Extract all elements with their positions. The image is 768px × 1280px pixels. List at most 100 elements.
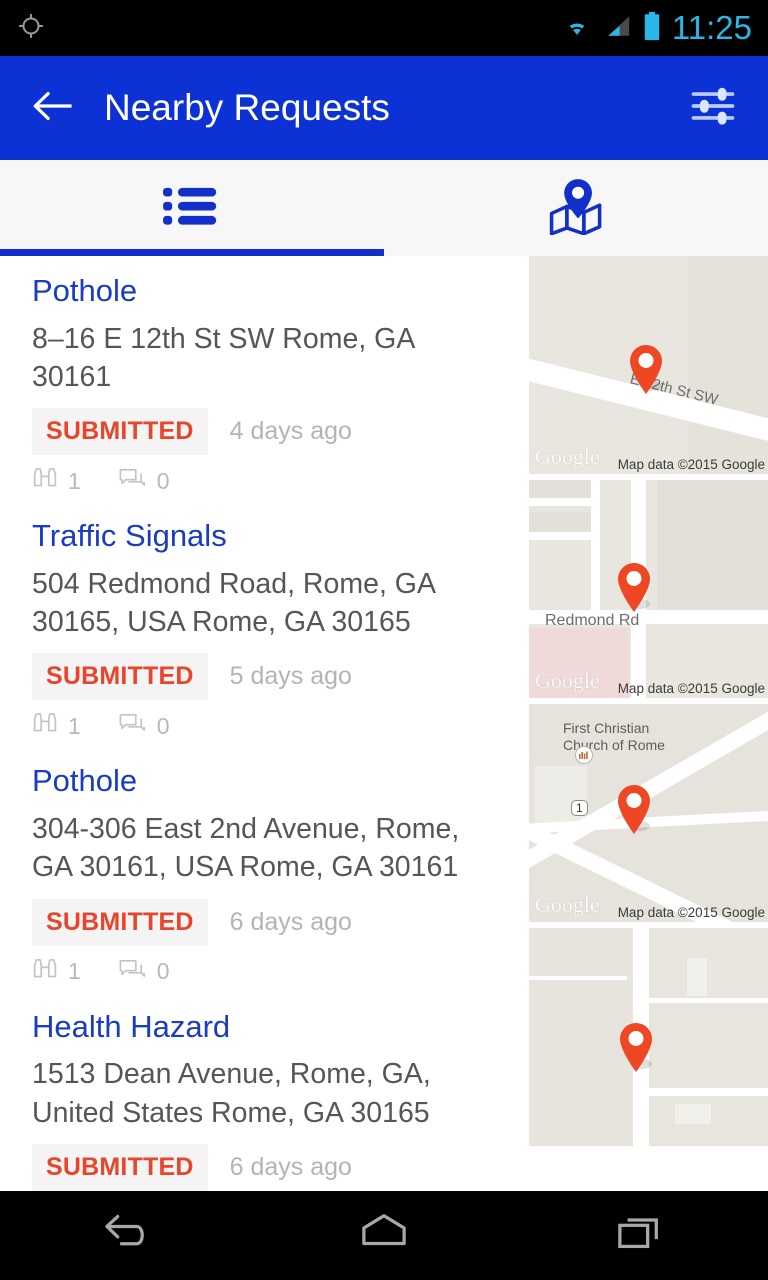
google-watermark: Google bbox=[535, 892, 600, 917]
map-road bbox=[529, 976, 627, 980]
status-badge: SUBMITTED bbox=[32, 898, 208, 946]
comment-icon bbox=[119, 958, 147, 986]
tab-map[interactable] bbox=[384, 160, 768, 256]
filter-button[interactable] bbox=[684, 79, 742, 137]
request-meta: SUBMITTED 5 days ago bbox=[32, 653, 497, 701]
map-thumbnail[interactable]: Redmond Rd Google Map data ©2015 Google bbox=[529, 480, 768, 698]
nav-home-icon bbox=[355, 1210, 413, 1261]
map-thumbnail-column: E 12th St SW Google Map data ©2015 Googl… bbox=[529, 256, 768, 1191]
comment-stat: 0 bbox=[119, 467, 170, 495]
request-address: 504 Redmond Road, Rome, GA 30165, USA Ro… bbox=[32, 568, 435, 639]
poi-marker-icon bbox=[575, 746, 593, 764]
map-marker-pin bbox=[613, 782, 657, 840]
map-road bbox=[649, 998, 768, 1003]
map-block bbox=[689, 256, 768, 474]
comment-icon bbox=[119, 467, 147, 495]
nav-back-icon bbox=[99, 1210, 157, 1261]
request-title[interactable]: Traffic Signals bbox=[32, 517, 497, 555]
watch-count: 1 bbox=[68, 958, 81, 985]
comment-stat: 0 bbox=[119, 958, 170, 986]
back-button[interactable] bbox=[26, 80, 82, 136]
content-area: Pothole 8–16 E 12th St SW Rome, GA 30161… bbox=[0, 256, 768, 1191]
map-marker-pin bbox=[625, 342, 669, 400]
nav-recents-icon bbox=[611, 1210, 669, 1261]
page-title: Nearby Requests bbox=[104, 87, 390, 128]
request-stats: 1 0 bbox=[32, 712, 497, 740]
map-thumbnail[interactable]: E 12th St SW Google Map data ©2015 Googl… bbox=[529, 256, 768, 474]
comment-count: 0 bbox=[156, 958, 170, 985]
google-watermark: Google bbox=[535, 444, 600, 469]
map-attribution: Map data ©2015 Google bbox=[617, 905, 765, 920]
status-badge: SUBMITTED bbox=[32, 653, 208, 701]
request-meta: SUBMITTED 6 days ago bbox=[32, 1143, 497, 1191]
map-road bbox=[649, 1088, 768, 1096]
system-nav-bar bbox=[0, 1191, 768, 1280]
map-pin-icon bbox=[546, 177, 606, 240]
binoculars-icon bbox=[32, 712, 58, 740]
map-marker-pin bbox=[613, 560, 657, 618]
status-bar: 11:25 bbox=[0, 0, 768, 56]
request-meta: SUBMITTED 6 days ago bbox=[32, 898, 497, 946]
request-title[interactable]: Pothole bbox=[32, 272, 497, 310]
list-item[interactable]: Traffic Signals 504 Redmond Road, Rome, … bbox=[0, 495, 529, 740]
request-address: 1513 Dean Avenue, Rome, GA, United State… bbox=[32, 1058, 431, 1129]
comment-count: 0 bbox=[156, 712, 170, 739]
request-stats: 1 0 bbox=[32, 467, 497, 495]
nav-home-button[interactable] bbox=[256, 1210, 512, 1261]
watch-stat: 1 bbox=[32, 467, 81, 495]
comment-icon bbox=[119, 712, 147, 740]
app-bar: Nearby Requests bbox=[0, 56, 768, 160]
comment-count: 0 bbox=[156, 467, 170, 494]
google-watermark: Google bbox=[535, 668, 600, 693]
tab-list[interactable] bbox=[0, 160, 384, 256]
request-title[interactable]: Health Hazard bbox=[32, 1008, 497, 1046]
request-meta: SUBMITTED 4 days ago bbox=[32, 408, 497, 456]
request-time-ago: 4 days ago bbox=[229, 417, 352, 446]
request-time-ago: 6 days ago bbox=[229, 907, 352, 936]
request-time-ago: 6 days ago bbox=[229, 1152, 352, 1181]
binoculars-icon bbox=[32, 958, 58, 986]
watch-stat: 1 bbox=[32, 958, 81, 986]
highway-shield: 1 bbox=[571, 800, 588, 816]
app-root: 11:25 Nearby Requests Pothole 8–16 E 12t… bbox=[0, 0, 768, 1280]
status-bar-clock: 11:25 bbox=[671, 9, 752, 46]
list-item[interactable]: Pothole 304-306 East 2nd Avenue, Rome, G… bbox=[0, 740, 529, 985]
cellular-signal-icon bbox=[604, 12, 632, 45]
gps-crosshair-icon bbox=[16, 11, 46, 46]
request-stats: 1 0 bbox=[32, 958, 497, 986]
watch-count: 1 bbox=[68, 712, 81, 739]
watch-count: 1 bbox=[68, 467, 81, 494]
map-road bbox=[529, 498, 599, 506]
request-time-ago: 5 days ago bbox=[229, 662, 352, 691]
filter-sliders-icon bbox=[687, 80, 739, 137]
map-building bbox=[687, 958, 707, 996]
map-block bbox=[657, 480, 768, 616]
map-building bbox=[675, 1104, 711, 1124]
map-road bbox=[591, 480, 600, 612]
list-item[interactable]: Pothole 8–16 E 12th St SW Rome, GA 30161… bbox=[0, 256, 529, 495]
battery-icon bbox=[642, 11, 662, 46]
map-thumbnail[interactable] bbox=[529, 928, 768, 1146]
request-address: 304-306 East 2nd Avenue, Rome, GA 30161,… bbox=[32, 813, 460, 884]
map-block bbox=[529, 928, 627, 1146]
status-bar-right: 11:25 bbox=[560, 9, 752, 47]
arrow-left-icon bbox=[32, 89, 76, 128]
request-address: 8–16 E 12th St SW Rome, GA 30161 bbox=[32, 322, 414, 393]
map-thumbnail[interactable]: First ChristianChurch of Rome 1 Google bbox=[529, 704, 768, 922]
map-road bbox=[529, 532, 599, 540]
request-list: Pothole 8–16 E 12th St SW Rome, GA 30161… bbox=[0, 256, 529, 1191]
nav-recents-button[interactable] bbox=[512, 1210, 768, 1261]
nav-back-button[interactable] bbox=[0, 1210, 256, 1261]
active-tab-indicator bbox=[0, 249, 384, 256]
comment-stat: 0 bbox=[119, 712, 170, 740]
status-badge: SUBMITTED bbox=[32, 1143, 208, 1191]
wifi-icon bbox=[560, 12, 594, 45]
map-marker-pin bbox=[615, 1020, 659, 1078]
list-item[interactable]: Health Hazard 1513 Dean Avenue, Rome, GA… bbox=[0, 986, 529, 1191]
request-title[interactable]: Pothole bbox=[32, 762, 497, 800]
map-block bbox=[535, 766, 587, 826]
list-icon bbox=[161, 180, 223, 237]
status-badge: SUBMITTED bbox=[32, 408, 208, 456]
watch-stat: 1 bbox=[32, 712, 81, 740]
map-attribution: Map data ©2015 Google bbox=[617, 681, 765, 696]
